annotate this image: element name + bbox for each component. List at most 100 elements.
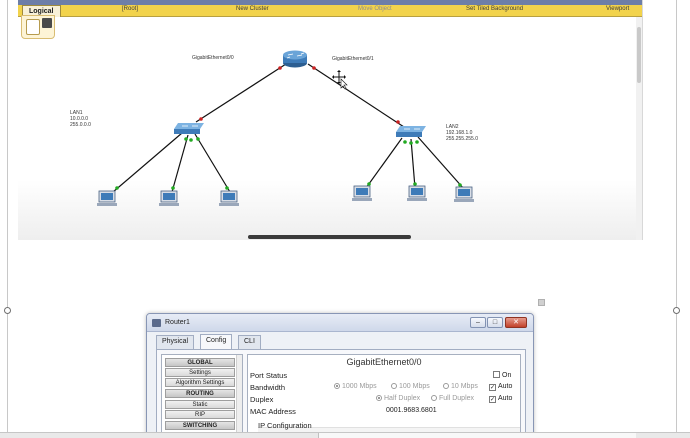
radio-icon [376,395,382,401]
pc-icon[interactable] [407,185,427,201]
pc-icon[interactable] [219,190,239,206]
tab-cli[interactable]: CLI [238,335,261,349]
port-light [409,141,413,145]
dialog-body: GLOBAL Settings Algorithm Settings ROUTI… [156,349,526,437]
bandwidth-100-label: 100 Mbps [399,383,430,390]
port-light [225,186,229,190]
radio-icon [391,383,397,389]
radio-icon [443,383,449,389]
screenshot-stage: Logical [Root] New Cluster Move Object S… [0,0,690,438]
full-duplex-radio[interactable]: Full Duplex [431,395,474,402]
lan1-label: LAN1 10.0.0.0 255.0.0.0 [70,110,91,128]
bandwidth-label: Bandwidth [250,383,286,392]
switch-lan2-icon[interactable] [396,126,426,137]
nav-item-settings[interactable]: Settings [165,368,235,377]
nav-header-routing[interactable]: ROUTING [165,389,235,398]
half-duplex-label: Half Duplex [384,395,421,402]
bandwidth-auto-label: Auto [498,383,513,390]
bottom-status-bar [0,432,690,438]
document-border-right [676,0,677,438]
router-icon[interactable] [283,50,307,68]
radio-icon [431,395,437,401]
resize-handle-square[interactable] [538,299,545,306]
nav-header-global[interactable]: GLOBAL [165,358,235,367]
port-status-on-checkbox[interactable]: On [493,371,511,379]
radio-icon [334,383,340,389]
nav-item-rip[interactable]: RIP [165,410,235,419]
pc-icon[interactable] [454,186,474,202]
checkbox-icon [493,371,500,378]
scroll-thumb[interactable] [637,27,641,83]
interface-config-panel: GigabitEthernet0/0 Port Status On Bandwi… [247,354,521,437]
port-label-g01: GigabitEthernet0/1 [332,56,374,62]
bandwidth-1000-radio[interactable]: 1000 Mbps [334,383,377,390]
status-segment [318,433,636,438]
link-switch2-pc2 [410,138,416,189]
nav-item-static[interactable]: Static [165,400,235,409]
port-light [403,140,407,144]
dialog-titlebar[interactable]: Router1 – □ ✕ [147,314,533,332]
port-light [199,117,203,121]
ip-configuration-label: IP Configuration [258,421,312,430]
link-switch2-pc1 [365,137,403,189]
half-duplex-radio[interactable]: Half Duplex [376,395,420,402]
bandwidth-100-radio[interactable]: 100 Mbps [391,383,430,390]
maximize-button[interactable]: □ [487,317,503,328]
checkmark-icon: ✓ [489,396,496,403]
interface-title: GigabitEthernet0/0 [346,357,422,367]
router-config-dialog[interactable]: Router1 – □ ✕ Physical Config CLI GLOBAL… [146,313,534,438]
port-light [171,186,175,190]
port-light [115,186,119,190]
port-status-label: Port Status [250,371,288,380]
checkmark-icon: ✓ [489,384,496,391]
lan1-mask: 255.0.0.0 [70,122,91,128]
link-switch2-pc3 [417,136,465,190]
workspace-vertical-scrollbar[interactable] [636,17,642,240]
nav-header-switching[interactable]: SWITCHING [165,421,235,430]
port-light [196,137,200,141]
link-router-switch2 [307,63,405,128]
port-light [367,182,371,186]
port-label-g00: GigabitEthernet0/0 [192,55,234,61]
network-topology [97,50,474,206]
switch-lan1-icon[interactable] [174,123,204,134]
port-light [413,182,417,186]
tab-physical[interactable]: Physical [156,335,195,349]
port-light [415,140,419,144]
workspace-horizontal-scrollbar[interactable] [248,235,411,239]
lan2-label: LAN2 192.168.1.0 255.255.255.0 [446,124,478,142]
packet-tracer-workspace[interactable]: Logical [Root] New Cluster Move Object S… [18,0,643,240]
minimize-button[interactable]: – [470,317,486,328]
port-status-on-label: On [502,372,512,379]
nav-item-algorithm-settings[interactable]: Algorithm Settings [165,378,235,387]
pc-icon[interactable] [97,190,117,206]
mac-address-label: MAC Address [250,407,296,416]
resize-handle-left[interactable] [4,307,11,314]
duplex-auto-checkbox[interactable]: ✓ Auto [489,395,512,403]
full-duplex-label: Full Duplex [439,395,475,402]
bandwidth-10-radio[interactable]: 10 Mbps [443,383,478,390]
mac-address-field[interactable]: 0001.9683.6801 [386,407,437,414]
config-nav-panel: GLOBAL Settings Algorithm Settings ROUTI… [161,354,243,437]
port-light [458,183,462,187]
duplex-label: Duplex [250,395,274,404]
close-button[interactable]: ✕ [505,317,527,328]
move-cursor-icon [332,70,348,90]
port-light [396,120,400,124]
resize-handle-right[interactable] [673,307,680,314]
bandwidth-1000-label: 1000 Mbps [342,383,377,390]
bandwidth-10-label: 10 Mbps [451,383,478,390]
pc-icon[interactable] [352,185,372,201]
pc-icon[interactable] [159,190,179,206]
port-light [189,138,193,142]
link-router-switch1 [195,63,287,123]
tab-config[interactable]: Config [200,334,233,349]
link-switch1-pc3 [194,133,231,193]
nav-scrollbar[interactable] [236,355,242,437]
port-light [278,66,282,70]
duplex-auto-label: Auto [498,395,513,402]
link-switch1-pc1 [112,132,183,193]
port-light [184,137,188,141]
link-switch1-pc2 [171,134,189,193]
bandwidth-auto-checkbox[interactable]: ✓ Auto [489,383,512,391]
